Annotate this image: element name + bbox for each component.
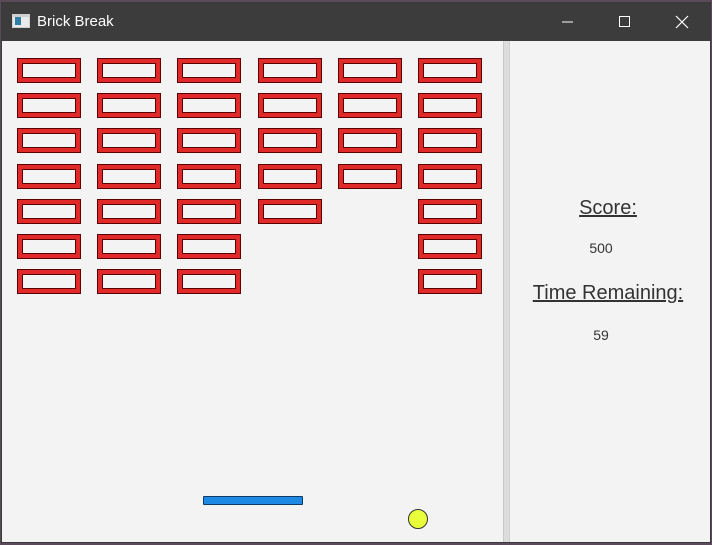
score-panel: Score: 500 Time Remaining: 59 xyxy=(510,41,710,542)
brick xyxy=(418,164,482,189)
brick xyxy=(177,93,241,118)
brick-break-app-icon xyxy=(12,14,30,28)
brick xyxy=(338,164,402,189)
brick xyxy=(17,234,81,259)
brick xyxy=(418,234,482,259)
brick xyxy=(338,58,402,83)
panel-divider xyxy=(503,41,510,542)
brick xyxy=(17,58,81,83)
brick xyxy=(258,128,322,153)
brick xyxy=(258,199,322,224)
brick xyxy=(177,164,241,189)
brick xyxy=(338,93,402,118)
brick xyxy=(418,58,482,83)
close-icon xyxy=(675,15,689,29)
brick xyxy=(97,269,161,294)
paddle[interactable] xyxy=(203,496,303,505)
minimize-button[interactable] xyxy=(538,3,596,41)
minimize-icon xyxy=(562,21,573,23)
brick xyxy=(177,199,241,224)
brick xyxy=(97,199,161,224)
brick xyxy=(258,58,322,83)
brick xyxy=(17,164,81,189)
brick xyxy=(418,199,482,224)
brick xyxy=(17,93,81,118)
title-bar[interactable]: Brick Break xyxy=(2,3,710,41)
close-button[interactable] xyxy=(652,3,710,41)
brick xyxy=(418,128,482,153)
brick xyxy=(97,128,161,153)
brick xyxy=(17,128,81,153)
brick xyxy=(177,269,241,294)
brick xyxy=(177,58,241,83)
time-remaining-label: Time Remaining: xyxy=(532,282,684,304)
time-remaining-value: 59 xyxy=(593,327,609,343)
brick xyxy=(258,93,322,118)
brick xyxy=(17,269,81,294)
brick xyxy=(258,164,322,189)
brick xyxy=(177,234,241,259)
score-value: 500 xyxy=(589,240,613,256)
brick xyxy=(418,93,482,118)
ball xyxy=(408,509,428,529)
game-area[interactable] xyxy=(2,41,503,542)
brick xyxy=(177,128,241,153)
brick xyxy=(97,58,161,83)
app-window: Brick Break Score: 500 Time Remaining: 5… xyxy=(1,2,711,543)
brick xyxy=(418,269,482,294)
maximize-button[interactable] xyxy=(594,3,652,41)
brick xyxy=(97,164,161,189)
brick xyxy=(338,128,402,153)
brick xyxy=(97,234,161,259)
window-title: Brick Break xyxy=(37,13,114,30)
brick xyxy=(97,93,161,118)
brick xyxy=(17,199,81,224)
score-label: Score: xyxy=(579,197,637,219)
maximize-icon xyxy=(619,16,630,27)
